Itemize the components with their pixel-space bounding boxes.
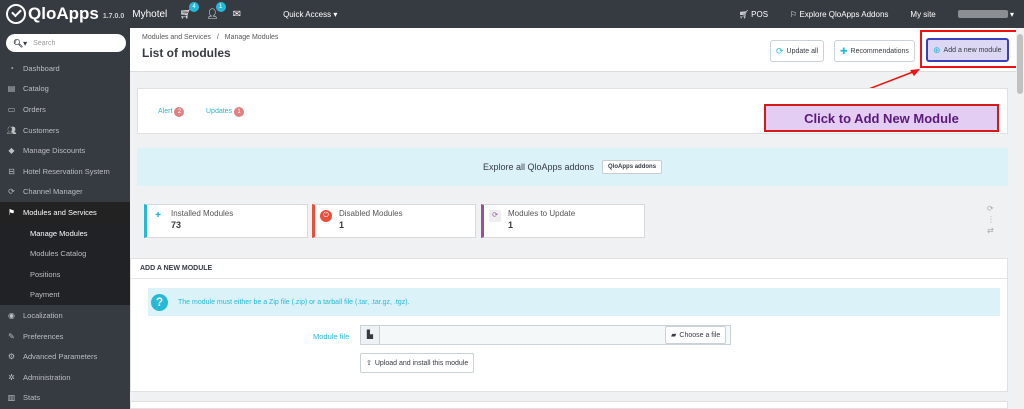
alert-count-badge: 2 [174,107,185,117]
add-module-panel: ADD A NEW MODULE ? The module must eithe… [130,258,1008,392]
info-text: The module must either be a Zip file (.z… [178,298,410,306]
updates-count-badge: 1 [234,107,245,117]
updates-label: Updates [206,108,233,115]
stat-label: Disabled Modules [339,209,403,218]
next-panel [130,401,1008,409]
choose-file-label: Choose a file [679,331,721,339]
explore-addons-bar: Explore all QloApps addons QloApps addon… [137,148,1008,186]
installed-modules-stat[interactable]: ✚ Installed Modules 73 [144,204,308,238]
updates-tab[interactable]: Updates 1 [206,107,245,117]
more-vertical-icon[interactable]: ⋮ [987,215,995,224]
alert-label: Alert [158,108,173,115]
disabled-modules-stat[interactable]: ⏻ Disabled Modules 1 [312,204,476,238]
config-icon[interactable]: ⇄ [987,226,994,235]
puzzle-icon: ✚ [155,212,161,219]
power-icon: ⏻ [320,210,332,222]
explore-text: Explore all QloApps addons [482,162,595,172]
refresh-icon[interactable]: ⟳ [987,204,994,213]
callout-label: Click to Add New Module [764,104,999,132]
page-scrollbar[interactable] [1016,28,1024,409]
stat-label: Installed Modules [171,209,234,218]
upload-label: Upload and install this module [374,359,469,367]
module-file-label: Module file [313,332,350,341]
scrollbar-thumb[interactable] [1017,34,1023,94]
stat-value: 73 [171,220,182,230]
panel-heading: ADD A NEW MODULE [131,259,1007,279]
stat-value: 1 [339,220,345,230]
modules-to-update-stat[interactable]: ⟳ Modules to Update 1 [481,204,645,238]
upload-icon: ⇧ [366,360,372,367]
stat-value: 1 [508,220,514,230]
upload-install-button[interactable]: ⇧ Upload and install this module [360,353,475,373]
file-icon: ▙ [361,326,380,344]
folder-icon: ▰ [671,332,677,339]
question-icon: ? [151,293,168,311]
qloapps-addons-button[interactable]: QloApps addons [602,160,663,174]
stat-label: Modules to Update [508,209,576,218]
info-alert: ? The module must either be a Zip file (… [148,288,1000,316]
alert-tab[interactable]: Alert 2 [158,107,185,117]
choose-file-button[interactable]: ▰ Choose a file [665,326,727,344]
refresh-icon: ⟳ [489,210,501,222]
